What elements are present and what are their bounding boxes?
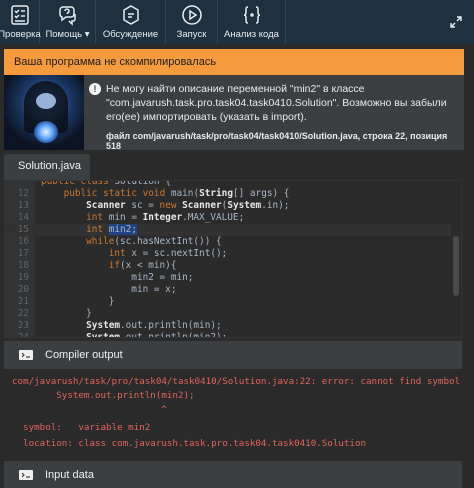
- checklist-icon: [10, 5, 29, 25]
- code-text: if(x < min){: [108, 260, 177, 271]
- terminal-icon: [19, 350, 33, 360]
- code-line[interactable]: 21 }: [5, 296, 455, 308]
- output-line: symbol: variable min2: [12, 422, 151, 433]
- error-body: ! Не могу найти описание переменной "min…: [4, 75, 464, 151]
- output-line: com/javarush/task/pro/task04/task0410/So…: [12, 376, 461, 387]
- code-text: Scanner sc = new Scanner(System.in);: [86, 200, 290, 211]
- compiler-output-header[interactable]: Compiler output: [4, 341, 462, 369]
- line-number: 18: [17, 260, 29, 271]
- code-text: System.out.println(min);: [86, 320, 222, 331]
- code-line[interactable]: 13 Scanner sc = new Scanner(System.in);: [5, 200, 455, 212]
- line-number: 13: [17, 200, 29, 211]
- code-text: int x = sc.nextInt();: [108, 248, 228, 259]
- line-number: 23: [17, 320, 29, 331]
- check-button[interactable]: Проверка: [0, 0, 41, 44]
- code-editor[interactable]: public class Solution {12 public static …: [4, 180, 462, 338]
- info-icon: !: [89, 83, 101, 95]
- line-number: 24: [17, 332, 29, 338]
- code-text: int min2;: [86, 224, 137, 235]
- expand-button[interactable]: [438, 0, 474, 44]
- error-title: Ваша программа не скомпилировалась: [4, 49, 464, 75]
- code-line[interactable]: 19 min2 = min;: [5, 272, 455, 284]
- code-text: while(sc.hasNextInt()) {: [86, 236, 222, 247]
- error-message: Не могу найти описание переменной "min2"…: [106, 83, 447, 123]
- code-braces-icon: [243, 6, 260, 24]
- code-line[interactable]: 16 while(sc.hasNextInt()) {: [5, 236, 455, 248]
- code-line[interactable]: 23 System.out.println(min);: [5, 320, 455, 332]
- code-analysis-button-label: Анализ кода: [224, 29, 279, 40]
- line-number: 19: [17, 272, 29, 283]
- compiler-output-body: com/javarush/task/pro/task04/task0410/So…: [4, 369, 462, 457]
- editor-scrollbar-thumb[interactable]: [453, 236, 459, 296]
- help-button[interactable]: Помощь ▾: [40, 0, 96, 44]
- line-number: 21: [17, 296, 29, 307]
- code-text: public class Solution {: [41, 180, 171, 187]
- output-line: System.out.println(min2);: [12, 390, 195, 401]
- line-number: 12: [17, 188, 29, 199]
- code-text: System.out.println(min2);: [86, 332, 228, 338]
- code-text: public static void main(String[] args) {: [63, 188, 290, 199]
- line-number: 15: [17, 224, 29, 235]
- code-text: int min = Integer.MAX_VALUE;: [86, 212, 245, 223]
- code-line[interactable]: 24 System.out.println(min2);: [5, 332, 455, 338]
- code-line[interactable]: public class Solution {: [5, 180, 455, 188]
- line-number: 20: [17, 284, 29, 295]
- code-text: min2 = min;: [41, 272, 194, 283]
- code-line[interactable]: 12 public static void main(String[] args…: [5, 188, 455, 200]
- code-text: }: [41, 296, 115, 307]
- code-text: min = x;: [41, 284, 177, 295]
- output-line: location: class com.javarush.task.pro.ta…: [12, 438, 367, 449]
- line-number: 17: [17, 248, 29, 259]
- help-button-label: Помощь ▾: [45, 29, 90, 40]
- line-number: 16: [17, 236, 29, 247]
- mentor-avatar: [4, 75, 84, 150]
- line-number: 14: [17, 212, 29, 223]
- tab-solution-java[interactable]: Solution.java: [4, 154, 90, 180]
- toolbar: Проверка Помощь ▾ Обсуждение Запуск Анал…: [0, 0, 474, 44]
- help-chat-icon: [58, 6, 76, 26]
- discussion-button-label: Обсуждение: [102, 29, 159, 40]
- error-location: файл com/javarush/task/pro/task04/task04…: [106, 131, 448, 151]
- expand-icon: [450, 16, 462, 28]
- code-line[interactable]: 20 min = x;: [5, 284, 455, 296]
- play-icon: [181, 5, 202, 25]
- check-button-label: Проверка: [0, 29, 41, 40]
- run-button-label: Запуск: [176, 29, 207, 40]
- run-button[interactable]: Запуск: [166, 0, 218, 44]
- discussion-icon: [122, 5, 139, 25]
- compiler-output-title: Compiler output: [45, 349, 123, 361]
- line-number: 22: [17, 308, 29, 319]
- code-line[interactable]: 18 if(x < min){: [5, 260, 455, 272]
- editor-scrollbar[interactable]: [451, 181, 461, 337]
- input-data-title: Input data: [45, 469, 94, 481]
- terminal-icon: [19, 470, 33, 480]
- code-analysis-button[interactable]: Анализ кода: [218, 0, 286, 44]
- code-line[interactable]: 14 int min = Integer.MAX_VALUE;: [5, 212, 455, 224]
- code-text: }: [41, 308, 92, 319]
- code-line[interactable]: 22 }: [5, 308, 455, 320]
- input-data-header[interactable]: Input data: [4, 461, 462, 488]
- code-line[interactable]: 15 int min2;: [5, 224, 455, 236]
- code-line[interactable]: 17 int x = sc.nextInt();: [5, 248, 455, 260]
- output-line: ^: [12, 404, 167, 415]
- discussion-button[interactable]: Обсуждение: [96, 0, 166, 44]
